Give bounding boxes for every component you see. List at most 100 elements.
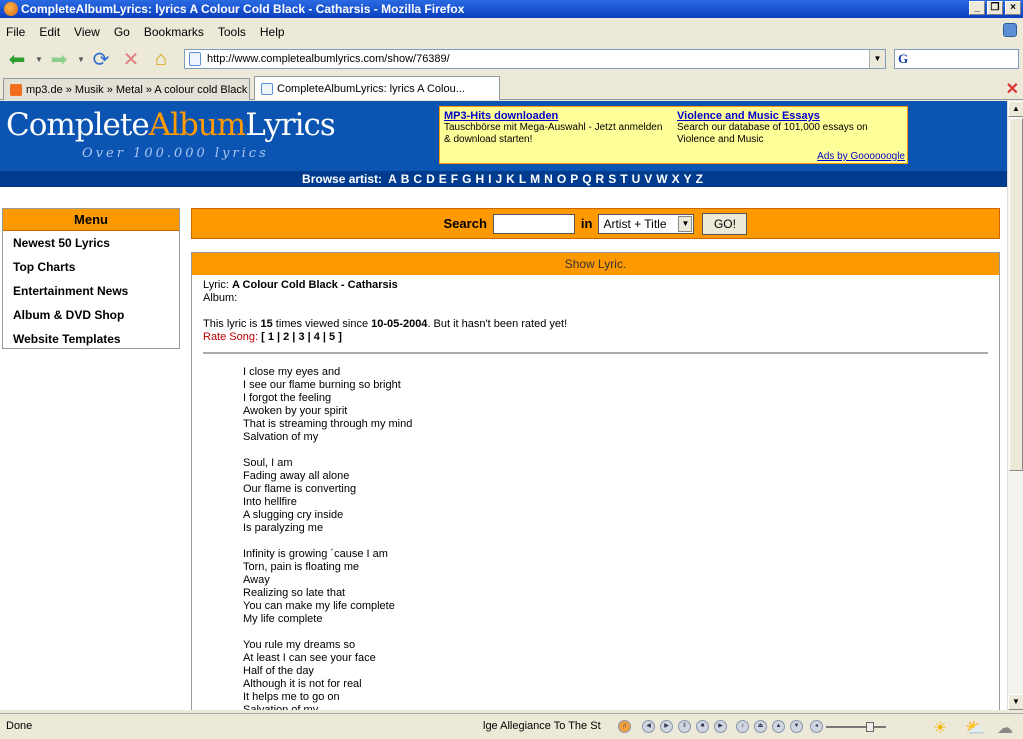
lyric-panel: Show Lyric. Lyric: A Colour Cold Black -… xyxy=(191,252,1000,710)
forward-dropdown-icon[interactable]: ▼ xyxy=(76,47,86,71)
browse-letter-u[interactable]: U xyxy=(632,172,641,186)
search-input[interactable] xyxy=(492,213,575,234)
playlist-icon[interactable]: ♪ xyxy=(736,720,749,733)
speaker-icon[interactable]: ◂ xyxy=(810,720,823,733)
ad-title[interactable]: Violence and Music Essays xyxy=(677,110,902,122)
menu-go[interactable]: Go xyxy=(114,25,130,39)
close-tab-icon[interactable]: ✕ xyxy=(1006,79,1019,99)
browse-letter-r[interactable]: R xyxy=(596,172,605,186)
lyrics-text: I close my eyes and I see our flame burni… xyxy=(192,354,999,710)
stop-icon[interactable]: ✕ xyxy=(118,47,144,71)
ad-violence: Violence and Music Essays Search our dat… xyxy=(677,110,902,146)
lyric-line: Awoken by your spirit xyxy=(243,405,348,417)
address-dropdown-icon[interactable]: ▼ xyxy=(869,50,885,68)
browse-letter-d[interactable]: D xyxy=(426,172,435,186)
browse-letter-i[interactable]: I xyxy=(488,172,491,186)
browse-letter-c[interactable]: C xyxy=(413,172,422,186)
lyric-line: I see our flame burning so bright xyxy=(243,379,401,391)
search-scope-select[interactable]: Artist + Title ▼ xyxy=(598,213,695,234)
scroll-up-arrow-icon[interactable]: ▲ xyxy=(1008,101,1023,117)
window-title: CompleteAlbumLyrics: lyrics A Colour Col… xyxy=(21,2,465,16)
minimize-button[interactable]: _ xyxy=(969,1,985,15)
browse-letter-k[interactable]: K xyxy=(506,172,515,186)
browse-letter-f[interactable]: F xyxy=(451,172,458,186)
search-label: Search xyxy=(443,216,487,231)
back-dropdown-icon[interactable]: ▼ xyxy=(34,47,44,71)
previous-icon[interactable]: ◀ xyxy=(642,720,655,733)
volume-slider[interactable] xyxy=(826,722,886,732)
menu-item-newest[interactable]: Newest 50 Lyrics xyxy=(3,231,179,255)
browse-letter-w[interactable]: W xyxy=(656,172,667,186)
scroll-down-arrow-icon[interactable]: ▼ xyxy=(1008,694,1023,710)
next-icon[interactable]: ▶ xyxy=(714,720,727,733)
site-logo[interactable]: CompleteAlbumLyrics xyxy=(6,107,336,143)
menu-help[interactable]: Help xyxy=(260,25,285,39)
maximize-button[interactable]: ❐ xyxy=(987,1,1003,15)
browse-letter-x[interactable]: X xyxy=(672,172,680,186)
back-arrow-icon[interactable]: ⬅ xyxy=(4,47,30,71)
browse-letter-e[interactable]: E xyxy=(439,172,447,186)
browse-letter-s[interactable]: S xyxy=(608,172,616,186)
browse-letter-z[interactable]: Z xyxy=(696,172,703,186)
browse-letter-q[interactable]: Q xyxy=(582,172,591,186)
search-engine-box[interactable]: G xyxy=(894,49,1019,69)
tab-completealbumlyrics[interactable]: CompleteAlbumLyrics: lyrics A Colou... xyxy=(254,76,500,100)
address-bar[interactable]: http://www.completealbumlyrics.com/show/… xyxy=(184,49,886,69)
browse-letter-h[interactable]: H xyxy=(475,172,484,186)
menu-file[interactable]: File xyxy=(6,25,25,39)
volume-knob[interactable] xyxy=(866,722,874,732)
lyric-info: Lyric: A Colour Cold Black - Catharsis A… xyxy=(192,275,999,344)
rating-links[interactable]: [ 1 | 2 | 3 | 4 | 5 ] xyxy=(261,331,342,343)
browse-letter-n[interactable]: N xyxy=(544,172,553,186)
chevron-down-icon[interactable]: ▼ xyxy=(678,215,693,232)
lyric-line: You rule my dreams so xyxy=(243,639,356,651)
panel-title: Show Lyric. xyxy=(192,253,999,275)
browse-letter-o[interactable]: O xyxy=(557,172,566,186)
vertical-scrollbar[interactable]: ▲ ▼ xyxy=(1007,101,1023,710)
browse-letter-l[interactable]: L xyxy=(519,172,526,186)
browse-letter-a[interactable]: A xyxy=(388,172,397,186)
lyric-line: Into hellfire xyxy=(243,496,297,508)
browse-letter-m[interactable]: M xyxy=(530,172,540,186)
stop-icon[interactable]: ■ xyxy=(696,720,709,733)
menu-edit[interactable]: Edit xyxy=(39,25,60,39)
forward-arrow-icon[interactable]: ➡ xyxy=(46,47,72,71)
audio-icon xyxy=(10,83,22,96)
reload-icon[interactable]: ⟳ xyxy=(88,47,114,71)
site-search-bar: Search in Artist + Title ▼ GO! xyxy=(191,208,1000,239)
weather-icon[interactable]: ☁ xyxy=(997,718,1013,738)
ad-mp3: MP3-Hits downloaden Tauschbörse mit Mega… xyxy=(444,110,669,146)
home-icon[interactable]: ⌂ xyxy=(148,47,174,71)
tab-mp3de[interactable]: mp3.de » Musik » Metal » A colour cold B… xyxy=(3,78,250,100)
menu-item-entertainment-news[interactable]: Entertainment News xyxy=(3,279,179,303)
browse-letter-j[interactable]: J xyxy=(495,172,502,186)
browse-letter-p[interactable]: P xyxy=(570,172,578,186)
browse-letter-b[interactable]: B xyxy=(401,172,410,186)
pause-icon[interactable]: ‖ xyxy=(678,720,691,733)
go-button[interactable]: GO! xyxy=(702,212,748,235)
play-icon[interactable]: ▶ xyxy=(660,720,673,733)
menu-bookmarks[interactable]: Bookmarks xyxy=(144,25,204,39)
close-button[interactable]: × xyxy=(1005,1,1021,15)
browse-letter-v[interactable]: V xyxy=(644,172,652,186)
eject-icon[interactable]: ⏏ xyxy=(754,720,767,733)
ads-by-link[interactable]: Ads by Goooooogle xyxy=(817,151,905,162)
menu-item-album-dvd-shop[interactable]: Album & DVD Shop xyxy=(3,303,179,327)
browse-letter-t[interactable]: T xyxy=(620,172,627,186)
scroll-thumb[interactable] xyxy=(1009,118,1023,471)
media-icon[interactable]: ♫ xyxy=(618,720,631,733)
menu-item-website-templates[interactable]: Website Templates xyxy=(3,327,179,351)
lyric-line: Half of the day xyxy=(243,665,314,677)
lyric-line: Fading away all alone xyxy=(243,470,350,482)
menu-tools[interactable]: Tools xyxy=(218,25,246,39)
volume-down-icon[interactable]: ▼ xyxy=(790,720,803,733)
menu-view[interactable]: View xyxy=(74,25,100,39)
volume-up-icon[interactable]: ▲ xyxy=(772,720,785,733)
weather-cloud-icon[interactable]: ⛅ xyxy=(965,718,985,738)
ad-title[interactable]: MP3-Hits downloaden xyxy=(444,110,669,122)
google-icon[interactable]: G xyxy=(898,51,908,67)
browse-letter-y[interactable]: Y xyxy=(684,172,692,186)
menu-item-top-charts[interactable]: Top Charts xyxy=(3,255,179,279)
weather-sun-icon[interactable]: ☀ xyxy=(933,718,947,738)
browse-letter-g[interactable]: G xyxy=(462,172,471,186)
